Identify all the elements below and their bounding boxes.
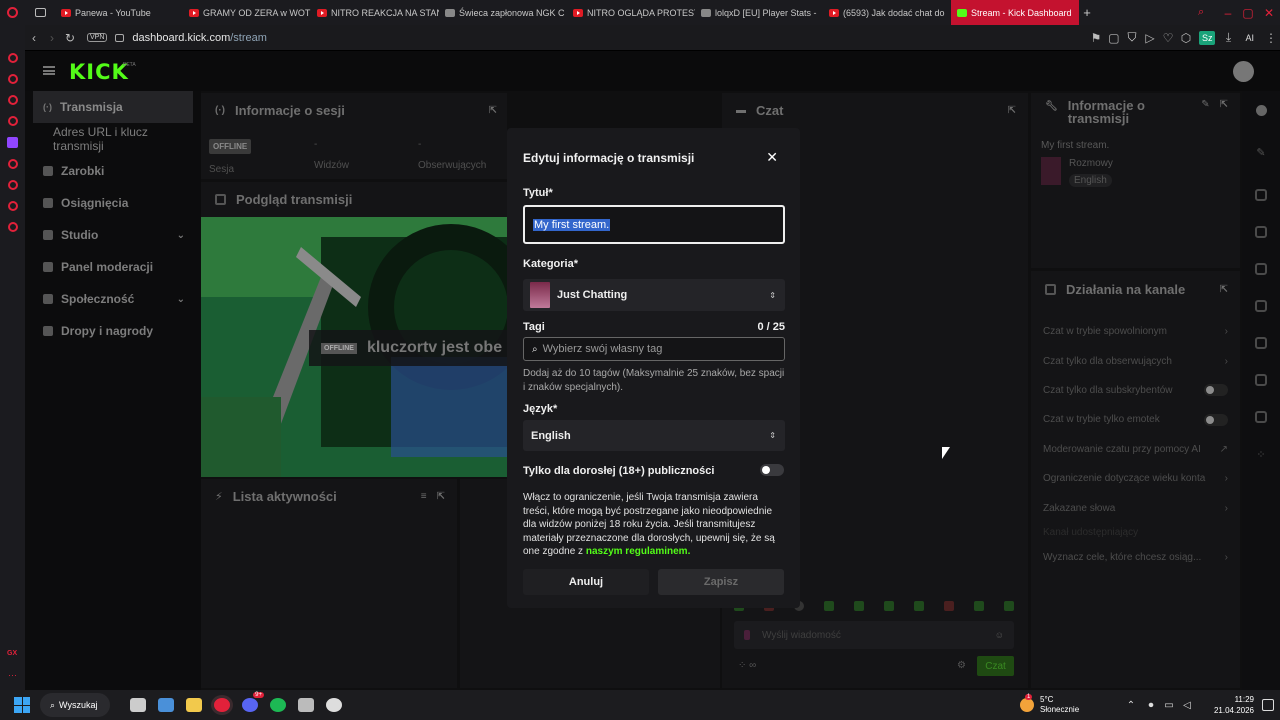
windows-taskbar: ⌕ Wyszukaj 9+ 1 5°C Słonecznie ⌃ ⏺ ▭ ◁ 11… xyxy=(0,690,1280,720)
category-value: Just Chatting xyxy=(557,289,628,301)
calculator-icon[interactable] xyxy=(158,698,174,712)
discord-icon[interactable]: 9+ xyxy=(242,692,264,712)
edit-stream-info-modal: Edytuj informację o transmisji ✕ Tytuł* … xyxy=(507,128,800,608)
adult-label: Tylko dla dorosłej (18+) publiczności xyxy=(523,465,715,477)
taskbar-search[interactable]: ⌕ Wyszukaj xyxy=(40,693,110,717)
cancel-button[interactable]: Anuluj xyxy=(523,569,649,595)
search-icon: ⌕ xyxy=(532,343,538,355)
opera-gx-icon[interactable] xyxy=(214,698,230,712)
save-button[interactable]: Zapisz xyxy=(658,569,784,595)
modal-title: Edytuj informację o transmisji xyxy=(523,151,695,165)
title-input-value: My first stream. xyxy=(533,218,611,231)
tags-helper-text: Dodaj aż do 10 tagów (Maksymalnie 25 zna… xyxy=(523,368,785,393)
clock-date: 21.04.2026 xyxy=(1213,706,1254,715)
chevron-updown-icon: ⇕ xyxy=(769,431,776,440)
tray-chevron-icon[interactable]: ⌃ xyxy=(1120,700,1142,711)
tags-count: 0 / 25 xyxy=(757,321,785,333)
weather-badge: 1 xyxy=(1025,694,1033,700)
language-select[interactable]: English ⇕ xyxy=(523,420,785,451)
title-input[interactable]: My first stream. xyxy=(523,205,785,244)
language-value: English xyxy=(531,429,571,442)
clock[interactable]: 11:29 21.04.2026 xyxy=(1206,694,1254,716)
adult-toggle[interactable] xyxy=(760,464,784,476)
file-explorer-icon[interactable] xyxy=(186,698,202,712)
adult-helper-text: Włącz to ograniczenie, jeśli Twoja trans… xyxy=(523,491,785,559)
windows-start-icon[interactable] xyxy=(14,697,30,713)
weather-desc: Słonecznie xyxy=(1040,705,1080,714)
weather-temp: 5°C xyxy=(1040,695,1054,704)
volume-icon[interactable]: ◁ xyxy=(1178,700,1196,711)
steam-icon[interactable] xyxy=(326,698,342,712)
notification-icon[interactable] xyxy=(1262,699,1274,711)
category-label: Kategoria* xyxy=(523,258,579,270)
language-label: Język* xyxy=(523,403,558,415)
weather-widget[interactable]: 5°C Słonecznie xyxy=(1040,695,1120,715)
monitor-icon[interactable]: ▭ xyxy=(1160,700,1178,711)
mouse-cursor xyxy=(942,447,950,459)
tags-placeholder: Wybierz swój własny tag xyxy=(542,343,663,355)
microphone-icon[interactable]: ⏺ xyxy=(1142,700,1160,711)
discord-badge: 9+ xyxy=(253,692,264,698)
tags-input[interactable]: ⌕ Wybierz swój własny tag xyxy=(523,337,785,361)
game-launcher-icon[interactable] xyxy=(298,698,314,712)
close-icon[interactable]: ✕ xyxy=(766,149,778,166)
terms-link[interactable]: naszym regulaminem xyxy=(586,546,688,557)
category-select[interactable]: Just Chatting ⇕ xyxy=(523,279,785,311)
spotify-icon[interactable] xyxy=(270,698,286,712)
title-label: Tytuł* xyxy=(523,187,553,199)
taskbar-search-label: Wyszukaj xyxy=(59,700,98,710)
weather-icon[interactable]: 1 xyxy=(1020,694,1034,712)
task-view-icon[interactable] xyxy=(130,698,146,712)
tags-label: Tagi xyxy=(523,321,545,333)
chevron-updown-icon: ⇕ xyxy=(769,290,776,300)
category-thumbnail xyxy=(530,282,550,308)
clock-time: 11:29 xyxy=(1234,695,1254,704)
search-icon: ⌕ xyxy=(50,699,56,710)
adult-helper-end: . xyxy=(687,546,691,557)
